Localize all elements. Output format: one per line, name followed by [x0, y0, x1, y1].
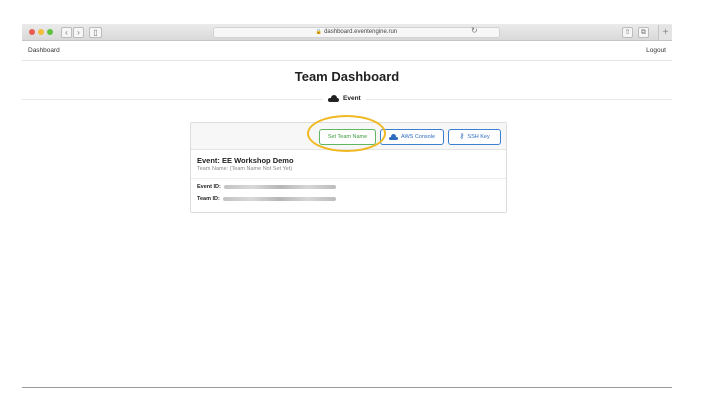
team-id-row: Team ID:	[197, 196, 336, 202]
sidebar-icon[interactable]: ▯	[89, 27, 102, 38]
event-id-row: Event ID:	[197, 184, 336, 190]
tabs-icon[interactable]: ⧉	[638, 27, 649, 38]
address-bar[interactable]: 🔒 dashboard.eventengine.run	[213, 27, 500, 38]
close-window-button[interactable]	[29, 29, 35, 35]
back-icon[interactable]: ‹	[61, 27, 72, 38]
maximize-window-button[interactable]	[47, 29, 53, 35]
reload-icon[interactable]: ↻	[471, 26, 478, 35]
browser-toolbar: ‹ › ▯ 🔒 dashboard.eventengine.run ↻ ⇧ ⧉ +	[22, 24, 672, 41]
ssh-key-label: SSH Key	[467, 134, 490, 140]
minimize-window-button[interactable]	[38, 29, 44, 35]
page-title: Team Dashboard	[294, 69, 400, 84]
browser-window: ‹ › ▯ 🔒 dashboard.eventengine.run ↻ ⇧ ⧉ +…	[22, 24, 672, 388]
new-tab-icon[interactable]: +	[658, 25, 672, 40]
event-section-text: Event	[343, 95, 361, 102]
team-id-label: Team ID:	[197, 196, 220, 202]
address-bar-url: dashboard.eventengine.run	[324, 29, 398, 35]
event-id-value-redacted	[223, 185, 336, 189]
key-icon: ⚷	[459, 133, 465, 140]
aws-console-label: AWS Console	[400, 134, 436, 140]
team-id-value-redacted	[222, 197, 336, 201]
highlight-annotation	[307, 115, 386, 152]
aws-console-button[interactable]: AWS Console	[380, 129, 444, 145]
event-id-label: Event ID:	[197, 184, 221, 190]
share-icon[interactable]: ⇧	[622, 27, 633, 38]
card-divider	[191, 178, 506, 179]
forward-icon[interactable]: ›	[73, 27, 84, 38]
event-name: Event: EE Workshop Demo	[197, 156, 294, 165]
lock-icon: 🔒	[315, 29, 323, 35]
nav-dashboard-link[interactable]: Dashboard	[28, 47, 60, 54]
event-section-label: Event	[323, 92, 366, 105]
logout-link[interactable]: Logout	[646, 47, 666, 54]
cloud-icon	[388, 134, 398, 140]
team-name: Team Name: (Team Name Not Set Yet)	[197, 166, 293, 172]
ssh-key-button[interactable]: ⚷ SSH Key	[448, 129, 501, 145]
cloud-icon	[328, 95, 339, 102]
top-nav: Dashboard Logout	[22, 42, 672, 61]
